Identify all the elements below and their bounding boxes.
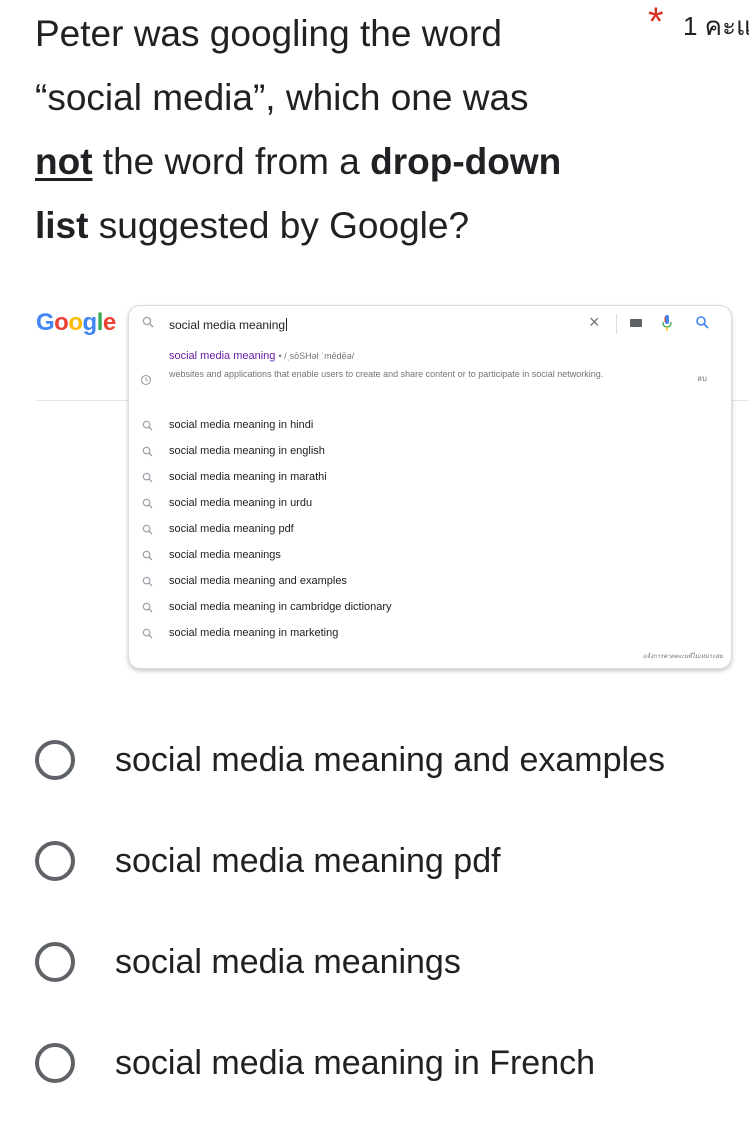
suggestion-text: social media meanings — [169, 549, 281, 561]
definition-word: social media meaning — [169, 350, 276, 362]
remove-label: ลบ — [697, 374, 707, 383]
emphasis-drop-down: drop-down — [370, 141, 562, 182]
suggestion-text: social media meaning in urdu — [169, 497, 313, 509]
required-asterisk: * — [648, 0, 664, 44]
search-icon — [142, 316, 154, 328]
input-separator — [616, 314, 617, 334]
search-dropdown-box: social media meaning × social media mean… — [128, 305, 732, 669]
answer-option[interactable]: social media meaning pdf — [35, 841, 735, 911]
emphasis-list: list — [35, 205, 89, 246]
logo-letter: o — [54, 309, 69, 336]
suggestion-text: social media meaning in marathi — [169, 471, 327, 483]
search-icon — [142, 472, 153, 483]
report-predictions-link: แจ้งการคาดคะเนที่ไม่เหมาะสม — [642, 654, 723, 660]
question-line-1: Peter was googling the word — [35, 13, 502, 54]
suggestion-text: social media meaning in marketing — [169, 627, 339, 639]
keyboard-icon — [630, 319, 642, 327]
points-label: 1 คะแ — [683, 11, 749, 41]
suggestion-text: social media meaning in hindi — [169, 419, 314, 431]
answer-option[interactable]: social media meaning and examples — [35, 740, 735, 810]
question-line-3-text: the word from a — [92, 141, 371, 182]
radio-button[interactable] — [35, 942, 75, 982]
emphasis-not: not — [35, 141, 93, 182]
logo-letter: e — [102, 309, 116, 336]
suggestion-text: social media meaning pdf — [169, 523, 294, 535]
search-submit-icon — [696, 316, 709, 329]
question-line-4-text: suggested by Google? — [88, 205, 470, 246]
search-icon — [142, 628, 153, 639]
search-icon — [142, 498, 153, 509]
google-logo: Google — [36, 309, 116, 337]
search-icon — [142, 602, 153, 613]
question-line-2: “social media”, which one was — [35, 77, 529, 118]
definition-suggestion: social media meaning • /ˌsōSHəl ˈmēdēə/ … — [129, 350, 731, 410]
search-query-text: social media meaning — [169, 318, 286, 332]
option-label[interactable]: social media meaning pdf — [115, 841, 501, 881]
question-text: Peter was googling the word “social medi… — [35, 2, 635, 258]
history-icon — [140, 374, 152, 386]
close-icon: × — [589, 312, 600, 332]
logo-letter: o — [68, 309, 83, 336]
answer-option[interactable]: social media meaning in French — [35, 1043, 735, 1113]
radio-button[interactable] — [35, 1043, 75, 1083]
question-line-3: not the word from a drop-down — [35, 130, 635, 194]
search-input-row: social media meaning × — [129, 306, 731, 342]
microphone-icon — [662, 315, 672, 331]
option-label[interactable]: social media meaning and examples — [115, 740, 665, 780]
definition-text: websites and applications that enable us… — [169, 369, 604, 379]
answer-option[interactable]: social media meanings — [35, 942, 735, 1012]
suggestion-text: social media meaning in cambridge dictio… — [169, 601, 392, 613]
definition-title: social media meaning • /ˌsōSHəl ˈmēdēə/ — [169, 350, 354, 362]
radio-button[interactable] — [35, 841, 75, 881]
search-query: social media meaning — [169, 318, 288, 332]
suggestion-text: social media meaning in english — [169, 445, 325, 457]
logo-letter: g — [82, 309, 98, 336]
search-icon — [142, 446, 153, 457]
radio-button[interactable] — [35, 740, 75, 780]
search-icon — [142, 524, 153, 535]
suggestion-text: social media meaning and examples — [169, 575, 347, 587]
option-label[interactable]: social media meaning in French — [115, 1043, 595, 1083]
definition-phonetic: • /ˌsōSHəl ˈmēdēə/ — [278, 351, 355, 361]
google-screenshot-image: Google social media meaning × social med… — [0, 295, 749, 675]
text-caret — [286, 318, 288, 331]
search-icon — [142, 420, 153, 431]
logo-letter: G — [36, 309, 55, 336]
question-line-4: list suggested by Google? — [35, 194, 635, 258]
search-icon — [142, 550, 153, 561]
option-label[interactable]: social media meanings — [115, 942, 461, 982]
search-icon — [142, 576, 153, 587]
